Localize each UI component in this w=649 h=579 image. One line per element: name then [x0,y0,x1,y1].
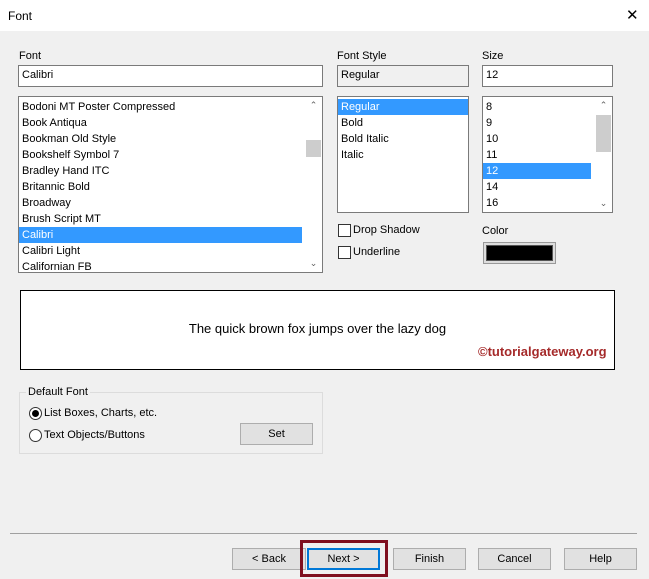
list-item[interactable]: Bookshelf Symbol 7 [19,147,302,163]
list-item[interactable]: Broadway [19,195,302,211]
separator [10,533,637,534]
size-input[interactable]: 12 [482,65,613,87]
list-item[interactable]: Regular [338,99,468,115]
underline-label: Underline [353,246,401,258]
font-style-input: Regular [337,65,469,87]
list-item[interactable]: Bold [338,115,468,131]
list-item[interactable]: Italic [338,147,468,163]
list-item[interactable]: Bold Italic [338,131,468,147]
font-list-scrollbar[interactable]: ⌃ ⌄ [305,97,322,272]
list-item[interactable]: 16 [483,195,591,211]
cancel-button[interactable]: Cancel [478,548,551,570]
preview-box: The quick brown fox jumps over the lazy … [20,290,615,370]
size-list-scrollbar[interactable]: ⌃ ⌄ [595,97,612,212]
scroll-down-icon[interactable]: ⌄ [305,258,322,269]
font-style-list[interactable]: Regular Bold Bold Italic Italic [337,96,469,213]
color-picker-button[interactable] [483,242,556,264]
list-item[interactable]: 14 [483,179,591,195]
list-item[interactable]: 12 [483,163,591,179]
size-label: Size [482,50,504,62]
list-item[interactable]: Calibri Light [19,243,302,259]
close-icon[interactable]: ✕ [626,6,639,24]
default-font-label: Default Font [26,386,90,398]
list-item[interactable]: Brush Script MT [19,211,302,227]
list-item[interactable]: 9 [483,115,591,131]
list-boxes-radio[interactable] [29,407,42,420]
preview-text: The quick brown fox jumps over the lazy … [188,321,447,336]
text-objects-label: Text Objects/Buttons [44,429,145,441]
scroll-up-icon[interactable]: ⌃ [305,100,322,111]
drop-shadow-label: Drop Shadow [353,224,420,236]
list-item[interactable]: Bodoni MT Poster Compressed [19,99,302,115]
scroll-down-icon[interactable]: ⌄ [595,198,612,209]
scrollbar-thumb[interactable] [596,115,611,152]
list-item[interactable]: Californian FB [19,259,302,275]
window-title: Font [8,9,33,23]
scrollbar-thumb[interactable] [306,140,321,157]
list-item[interactable]: Book Antiqua [19,115,302,131]
drop-shadow-checkbox[interactable] [338,224,351,237]
list-item[interactable]: 11 [483,147,591,163]
font-list[interactable]: Bodoni MT Poster Compressed Book Antiqua B… [18,96,323,273]
list-item[interactable]: 10 [483,131,591,147]
list-boxes-label: List Boxes, Charts, etc. [44,407,158,419]
finish-button[interactable]: Finish [393,548,466,570]
font-input[interactable]: Calibri [18,65,323,87]
size-list[interactable]: 8 9 10 11 12 14 16 ⌃ ⌄ [482,96,613,213]
back-button[interactable]: < Back [232,548,306,570]
list-item[interactable]: 8 [483,99,591,115]
scroll-up-icon[interactable]: ⌃ [595,100,612,111]
font-style-label: Font Style [337,50,387,62]
next-button[interactable]: Next > [307,548,380,570]
watermark: ©tutorialgateway.org [478,344,607,359]
title-bar: Font ✕ [0,0,649,31]
list-item[interactable]: Britannic Bold [19,179,302,195]
underline-checkbox[interactable] [338,246,351,259]
text-objects-radio[interactable] [29,429,42,442]
help-button[interactable]: Help [564,548,637,570]
color-swatch [486,245,553,261]
set-button[interactable]: Set [240,423,313,445]
color-label: Color [482,225,509,237]
list-item[interactable]: Calibri [19,227,302,243]
list-item[interactable]: Bradley Hand ITC [19,163,302,179]
font-label: Font [19,50,42,62]
list-item[interactable]: Bookman Old Style [19,131,302,147]
